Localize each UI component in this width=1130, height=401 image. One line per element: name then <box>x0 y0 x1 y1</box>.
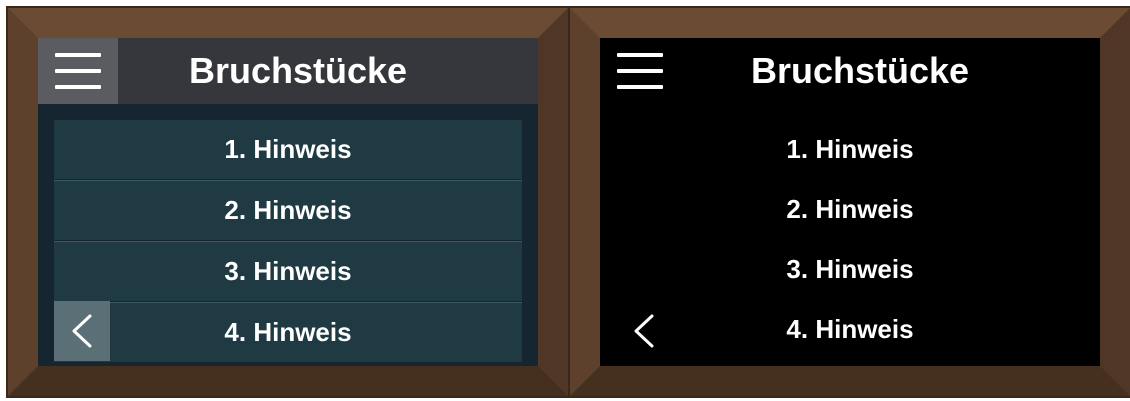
hint-item-4[interactable]: 4. Hinweis <box>616 300 1084 359</box>
menu-button[interactable] <box>38 38 118 104</box>
page-title: Bruchstücke <box>188 50 408 91</box>
screen-dark: Bruchstücke 1. Hinweis 2. Hinweis 3. Hin… <box>600 38 1100 366</box>
hint-list: 1. Hinweis 2. Hinweis 3. Hinweis 4. Hinw… <box>616 120 1084 360</box>
hint-item-2[interactable]: 2. Hinweis <box>54 180 522 240</box>
back-button[interactable] <box>54 301 110 361</box>
menu-button[interactable] <box>600 38 680 104</box>
hint-item-3[interactable]: 3. Hinweis <box>616 240 1084 299</box>
hint-item-2[interactable]: 2. Hinweis <box>616 180 1084 239</box>
hint-list: 1. Hinweis 2. Hinweis 3. Hinweis 4. Hinw… <box>54 120 522 363</box>
hint-item-4[interactable]: 4. Hinweis <box>54 302 522 362</box>
hamburger-menu-icon <box>617 53 663 89</box>
chevron-left-icon <box>634 314 654 348</box>
back-button[interactable] <box>616 301 672 361</box>
screen-teal: Bruchstücke 1. Hinweis 2. Hinweis 3. Hin… <box>38 38 538 366</box>
hint-item-1[interactable]: 1. Hinweis <box>54 120 522 179</box>
top-bar: Bruchstücke <box>38 38 538 104</box>
chevron-left-icon <box>72 314 92 348</box>
hamburger-menu-icon <box>55 53 101 89</box>
hint-item-1[interactable]: 1. Hinweis <box>616 120 1084 179</box>
wood-frame-left: Bruchstücke 1. Hinweis 2. Hinweis 3. Hin… <box>8 8 568 396</box>
hint-item-3[interactable]: 3. Hinweis <box>54 241 522 301</box>
wood-frame-right: Bruchstücke 1. Hinweis 2. Hinweis 3. Hin… <box>570 8 1130 396</box>
top-bar: Bruchstücke <box>600 38 1100 104</box>
page-title: Bruchstücke <box>750 50 970 91</box>
